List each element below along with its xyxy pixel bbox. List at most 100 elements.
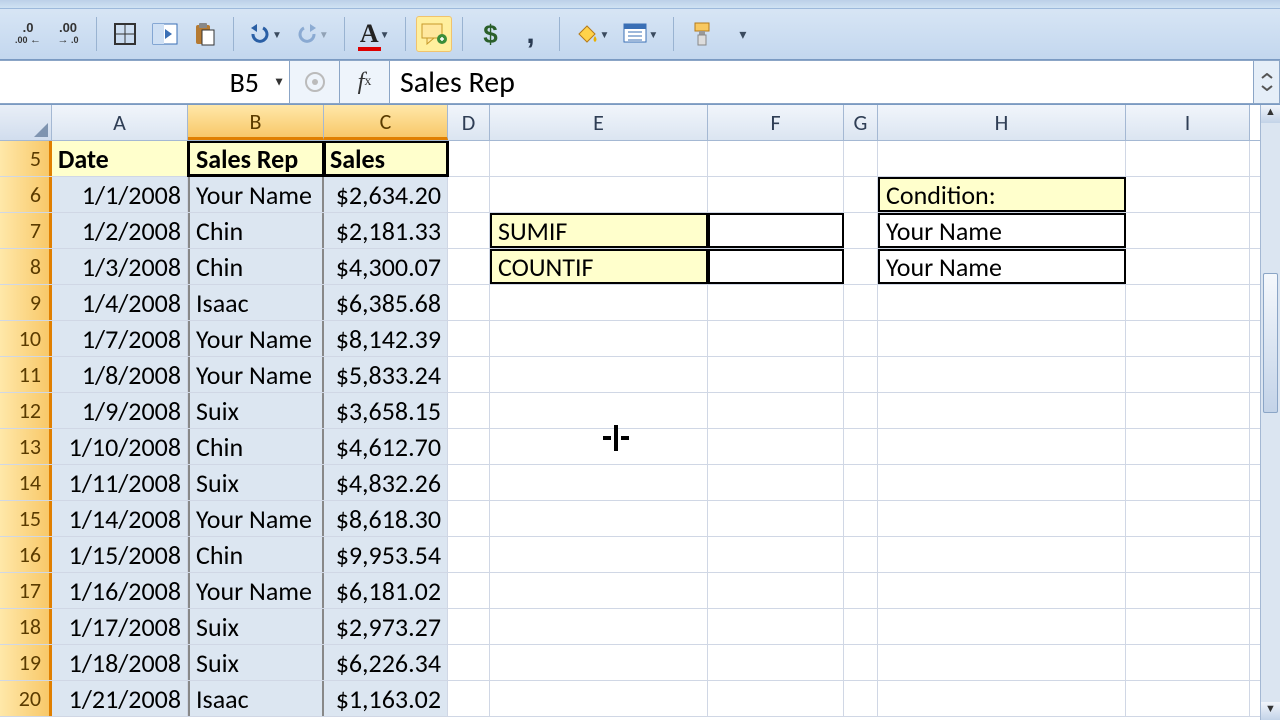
cell-B16[interactable]: Chin — [188, 537, 324, 572]
row-header-19[interactable]: 19 — [0, 645, 52, 680]
cell-D10[interactable] — [448, 321, 490, 356]
cell-F15[interactable] — [708, 501, 844, 536]
cell-B10[interactable]: Your Name — [188, 321, 324, 356]
cell-D7[interactable] — [448, 213, 490, 248]
cell-G7[interactable] — [844, 213, 878, 248]
cell-D13[interactable] — [448, 429, 490, 464]
row-header-9[interactable]: 9 — [0, 285, 52, 320]
cell-A15[interactable]: 1/14/2008 — [52, 501, 188, 536]
cell-B17[interactable]: Your Name — [188, 573, 324, 608]
cell-A19[interactable]: 1/18/2008 — [52, 645, 188, 680]
cell-G5[interactable] — [844, 141, 878, 176]
row-header-20[interactable]: 20 — [0, 681, 52, 716]
formula-expand-button[interactable] — [1254, 60, 1280, 104]
cell-I17[interactable] — [1126, 573, 1250, 608]
cell-C19[interactable]: $6,226.34 — [324, 645, 448, 680]
cell-H14[interactable] — [878, 465, 1126, 500]
decrease-decimal-button[interactable]: .0.00 — [10, 16, 46, 52]
cell-D14[interactable] — [448, 465, 490, 500]
column-header-B[interactable]: B — [188, 105, 324, 140]
cell-A11[interactable]: 1/8/2008 — [52, 357, 188, 392]
row-header-5[interactable]: 5 — [0, 141, 52, 176]
cell-D19[interactable] — [448, 645, 490, 680]
cell-H17[interactable] — [878, 573, 1126, 608]
cell-E19[interactable] — [490, 645, 708, 680]
cell-H6[interactable]: Condition: — [878, 177, 1126, 212]
cell-C8[interactable]: $4,300.07 — [324, 249, 448, 284]
cell-E18[interactable] — [490, 609, 708, 644]
cell-C13[interactable]: $4,612.70 — [324, 429, 448, 464]
column-header-D[interactable]: D — [448, 105, 490, 140]
cell-A7[interactable]: 1/2/2008 — [52, 213, 188, 248]
row-header-12[interactable]: 12 — [0, 393, 52, 428]
cell-F18[interactable] — [708, 609, 844, 644]
cell-I6[interactable] — [1126, 177, 1250, 212]
cell-F19[interactable] — [708, 645, 844, 680]
cell-G12[interactable] — [844, 393, 878, 428]
cell-B11[interactable]: Your Name — [188, 357, 324, 392]
row-header-7[interactable]: 7 — [0, 213, 52, 248]
cell-F12[interactable] — [708, 393, 844, 428]
cell-B7[interactable]: Chin — [188, 213, 324, 248]
row-header-10[interactable]: 10 — [0, 321, 52, 356]
cell-B5[interactable]: Sales Rep — [188, 141, 324, 176]
cell-G15[interactable] — [844, 501, 878, 536]
cell-D18[interactable] — [448, 609, 490, 644]
cell-H5[interactable] — [878, 141, 1126, 176]
cell-F8[interactable] — [708, 249, 844, 284]
cell-D11[interactable] — [448, 357, 490, 392]
cell-D16[interactable] — [448, 537, 490, 572]
vertical-scrollbar[interactable]: ▲ ▼ — [1260, 105, 1280, 720]
cell-E14[interactable] — [490, 465, 708, 500]
cell-E6[interactable] — [490, 177, 708, 212]
increase-decimal-button[interactable]: .00 .0 — [50, 16, 86, 52]
cell-A6[interactable]: 1/1/2008 — [52, 177, 188, 212]
cell-A20[interactable]: 1/21/2008 — [52, 681, 188, 716]
cell-G20[interactable] — [844, 681, 878, 716]
scroll-down-button[interactable]: ▼ — [1261, 702, 1280, 720]
cell-D5[interactable] — [448, 141, 490, 176]
cell-C20[interactable]: $1,163.02 — [324, 681, 448, 716]
cell-C15[interactable]: $8,618.30 — [324, 501, 448, 536]
cell-F6[interactable] — [708, 177, 844, 212]
sort-filter-button[interactable]: ▼ — [618, 16, 663, 52]
cell-I8[interactable] — [1126, 249, 1250, 284]
cell-F16[interactable] — [708, 537, 844, 572]
column-header-G[interactable]: G — [844, 105, 878, 140]
cell-I10[interactable] — [1126, 321, 1250, 356]
cell-C9[interactable]: $6,385.68 — [324, 285, 448, 320]
column-header-C[interactable]: C — [324, 105, 448, 140]
cell-C14[interactable]: $4,832.26 — [324, 465, 448, 500]
cell-A5[interactable]: Date — [52, 141, 188, 176]
cell-E10[interactable] — [490, 321, 708, 356]
merge-button[interactable] — [147, 16, 183, 52]
cell-F10[interactable] — [708, 321, 844, 356]
cell-A9[interactable]: 1/4/2008 — [52, 285, 188, 320]
format-painter-button[interactable] — [684, 16, 720, 52]
row-header-13[interactable]: 13 — [0, 429, 52, 464]
cell-A18[interactable]: 1/17/2008 — [52, 609, 188, 644]
cell-B18[interactable]: Suix — [188, 609, 324, 644]
borders-button[interactable] — [107, 16, 143, 52]
currency-button[interactable]: $ — [473, 16, 509, 52]
cell-F11[interactable] — [708, 357, 844, 392]
cell-H16[interactable] — [878, 537, 1126, 572]
row-header-17[interactable]: 17 — [0, 573, 52, 608]
cell-C17[interactable]: $6,181.02 — [324, 573, 448, 608]
cell-C7[interactable]: $2,181.33 — [324, 213, 448, 248]
name-box[interactable]: B5 ▼ — [0, 60, 290, 104]
cell-E5[interactable] — [490, 141, 708, 176]
cell-B12[interactable]: Suix — [188, 393, 324, 428]
cell-F14[interactable] — [708, 465, 844, 500]
insert-function-button[interactable]: fx — [340, 60, 390, 104]
cell-B9[interactable]: Isaac — [188, 285, 324, 320]
column-header-E[interactable]: E — [490, 105, 708, 140]
cell-I19[interactable] — [1126, 645, 1250, 680]
comma-style-button[interactable]: , — [513, 16, 549, 52]
cell-A10[interactable]: 1/7/2008 — [52, 321, 188, 356]
cell-D12[interactable] — [448, 393, 490, 428]
cell-B6[interactable]: Your Name — [188, 177, 324, 212]
cell-I15[interactable] — [1126, 501, 1250, 536]
cell-E20[interactable] — [490, 681, 708, 716]
column-header-I[interactable]: I — [1126, 105, 1250, 140]
